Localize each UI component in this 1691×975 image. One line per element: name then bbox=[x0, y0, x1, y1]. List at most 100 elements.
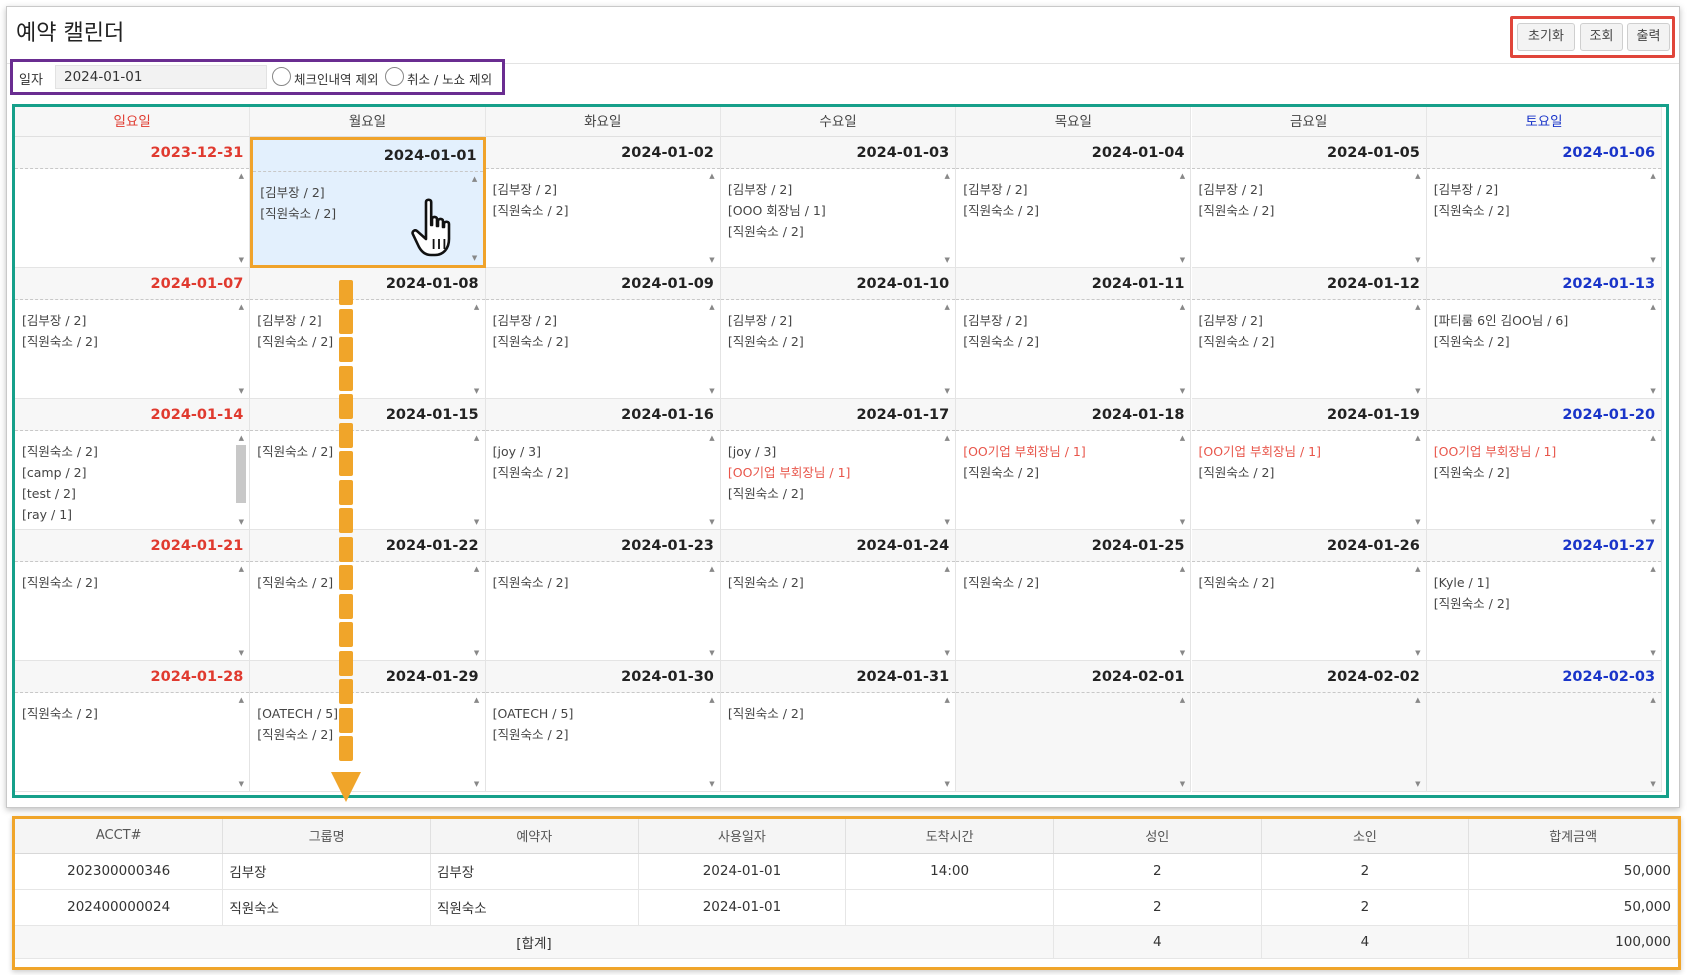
reservation-item[interactable]: [OO기업 부회장님 / 1] bbox=[1199, 441, 1406, 462]
reservation-item[interactable]: [직원숙소 / 2] bbox=[493, 572, 700, 593]
scroll-up-icon[interactable]: ▲ bbox=[471, 564, 483, 574]
calendar-day-cell[interactable]: 2024-01-23 [직원숙소 / 2] ▲ ▼ bbox=[485, 530, 721, 661]
scroll-up-icon[interactable]: ▲ bbox=[941, 433, 953, 443]
scroll-down-icon[interactable]: ▼ bbox=[706, 386, 718, 396]
reservation-item[interactable]: [김부장 / 2] bbox=[1434, 179, 1641, 200]
scroll-up-icon[interactable]: ▲ bbox=[1176, 695, 1188, 705]
day-scrollbar[interactable]: ▲ ▼ bbox=[1176, 695, 1188, 789]
day-scrollbar[interactable]: ▲ ▼ bbox=[706, 171, 718, 265]
day-scrollbar[interactable]: ▲ ▼ bbox=[1647, 433, 1659, 527]
col-adults[interactable]: 성인 bbox=[1053, 819, 1262, 854]
reservation-item[interactable]: [직원숙소 / 2] bbox=[493, 331, 700, 352]
print-button[interactable]: 출력 bbox=[1627, 23, 1670, 51]
calendar-day-cell[interactable]: 2024-01-19 [OO기업 부회장님 / 1] [직원숙소 / 2] ▲ ▼ bbox=[1191, 399, 1427, 530]
calendar-day-cell[interactable]: 2024-01-08 [김부장 / 2] [직원숙소 / 2] ▲ ▼ bbox=[250, 268, 486, 399]
scroll-thumb[interactable] bbox=[236, 445, 247, 503]
day-scrollbar[interactable]: ▲ ▼ bbox=[1176, 171, 1188, 265]
calendar-day-cell[interactable]: 2024-02-01 ▲ ▼ bbox=[956, 661, 1192, 792]
calendar-day-cell[interactable]: 2024-01-27 [Kyle / 1] [직원숙소 / 2] ▲ ▼ bbox=[1426, 530, 1663, 661]
reservation-item[interactable]: [김부장 / 2] bbox=[728, 310, 935, 331]
scroll-up-icon[interactable]: ▲ bbox=[1412, 171, 1424, 181]
reservation-item[interactable]: [직원숙소 / 2] bbox=[257, 724, 464, 745]
reservation-item[interactable]: [camp / 2] bbox=[22, 462, 229, 483]
scroll-down-icon[interactable]: ▼ bbox=[941, 517, 953, 527]
reservation-item[interactable]: [직원숙소 / 2] bbox=[963, 331, 1170, 352]
scroll-down-icon[interactable]: ▼ bbox=[941, 779, 953, 789]
scroll-up-icon[interactable]: ▲ bbox=[1647, 302, 1659, 312]
calendar-day-cell[interactable]: 2024-01-26 [직원숙소 / 2] ▲ ▼ bbox=[1191, 530, 1427, 661]
scroll-up-icon[interactable]: ▲ bbox=[706, 302, 718, 312]
date-input[interactable]: 2024-01-01 bbox=[55, 65, 267, 89]
reservation-item[interactable]: [test / 2] bbox=[22, 483, 229, 504]
day-scrollbar[interactable]: ▲ ▼ bbox=[1412, 564, 1424, 658]
reservation-item[interactable]: [김부장 / 2] bbox=[493, 179, 700, 200]
reservation-item[interactable]: [직원숙소 / 2] bbox=[1434, 462, 1641, 483]
calendar-day-cell[interactable]: 2024-02-02 ▲ ▼ bbox=[1191, 661, 1427, 792]
day-scrollbar[interactable]: ▲ ▼ bbox=[706, 564, 718, 658]
calendar-day-cell[interactable]: 2024-01-09 [김부장 / 2] [직원숙소 / 2] ▲ ▼ bbox=[485, 268, 721, 399]
calendar-day-cell[interactable]: 2024-01-24 [직원숙소 / 2] ▲ ▼ bbox=[720, 530, 957, 661]
exclude-checkin-label[interactable]: 체크인내역 제외 bbox=[294, 69, 378, 88]
col-use-date[interactable]: 사용일자 bbox=[638, 819, 847, 854]
calendar-day-cell[interactable]: 2024-01-03 [김부장 / 2] [OOO 회장님 / 1] [직원숙소 / … bbox=[720, 137, 957, 268]
calendar-day-cell[interactable]: 2024-01-22 [직원숙소 / 2] ▲ ▼ bbox=[250, 530, 486, 661]
scroll-up-icon[interactable]: ▲ bbox=[706, 695, 718, 705]
scroll-down-icon[interactable]: ▼ bbox=[471, 386, 483, 396]
calendar-day-cell[interactable]: 2024-01-30 [OATECH / 5] [직원숙소 / 2] ▲ ▼ bbox=[485, 661, 721, 792]
reservation-item[interactable]: [김부장 / 2] bbox=[22, 310, 229, 331]
reservation-item[interactable]: [직원숙소 / 2] bbox=[493, 200, 700, 221]
table-row[interactable]: 202400000024 직원숙소 직원숙소 2024-01-01 2 2 50… bbox=[15, 889, 1678, 926]
reservation-item[interactable]: [김부장 / 2] bbox=[1199, 310, 1406, 331]
day-scrollbar[interactable]: ▲ ▼ bbox=[235, 564, 247, 658]
day-scrollbar[interactable]: ▲ ▼ bbox=[1176, 302, 1188, 396]
search-button[interactable]: 조회 bbox=[1580, 23, 1623, 51]
day-scrollbar[interactable]: ▲ ▼ bbox=[235, 695, 247, 789]
scroll-down-icon[interactable]: ▼ bbox=[1412, 255, 1424, 265]
day-scrollbar[interactable]: ▲ ▼ bbox=[941, 564, 953, 658]
scroll-down-icon[interactable]: ▼ bbox=[941, 648, 953, 658]
exclude-cancel-noshow-radio[interactable] bbox=[385, 67, 404, 86]
calendar-day-cell[interactable]: 2024-01-12 [김부장 / 2] [직원숙소 / 2] ▲ ▼ bbox=[1191, 268, 1427, 399]
scroll-down-icon[interactable]: ▼ bbox=[706, 517, 718, 527]
day-scrollbar[interactable]: ▲ ▼ bbox=[471, 564, 483, 658]
scroll-down-icon[interactable]: ▼ bbox=[941, 255, 953, 265]
day-scrollbar[interactable]: ▲ ▼ bbox=[706, 302, 718, 396]
reservation-item[interactable]: [김부장 / 2] bbox=[963, 179, 1170, 200]
day-scrollbar[interactable]: ▲ ▼ bbox=[1647, 695, 1659, 789]
calendar-day-cell[interactable]: 2024-01-07 [김부장 / 2] [직원숙소 / 2] ▲ ▼ bbox=[15, 268, 251, 399]
day-scrollbar[interactable]: ▲ ▼ bbox=[235, 302, 247, 396]
col-arrival-time[interactable]: 도착시간 bbox=[845, 819, 1054, 854]
scroll-up-icon[interactable]: ▲ bbox=[1412, 433, 1424, 443]
calendar-day-cell[interactable]: 2024-01-28 [직원숙소 / 2] ▲ ▼ bbox=[15, 661, 251, 792]
calendar-day-cell[interactable]: 2024-01-04 [김부장 / 2] [직원숙소 / 2] ▲ ▼ bbox=[956, 137, 1192, 268]
reservation-item[interactable]: [직원숙소 / 2] bbox=[257, 572, 464, 593]
scroll-up-icon[interactable]: ▲ bbox=[706, 433, 718, 443]
calendar-day-cell[interactable]: 2024-01-14 [직원숙소 / 2] [camp / 2] [test / 2]… bbox=[15, 399, 251, 530]
col-acct[interactable]: ACCT# bbox=[15, 819, 224, 854]
reservation-item[interactable]: [직원숙소 / 2] bbox=[22, 572, 229, 593]
day-scrollbar[interactable]: ▲ ▼ bbox=[941, 171, 953, 265]
day-scrollbar[interactable]: ▲ ▼ bbox=[706, 695, 718, 789]
reservation-item[interactable]: [OATECH / 5] bbox=[493, 703, 700, 724]
scroll-up-icon[interactable]: ▲ bbox=[471, 302, 483, 312]
reservation-item[interactable]: [직원숙소 / 2] bbox=[22, 331, 229, 352]
scroll-up-icon[interactable]: ▲ bbox=[1412, 695, 1424, 705]
scroll-up-icon[interactable]: ▲ bbox=[1176, 171, 1188, 181]
scroll-down-icon[interactable]: ▼ bbox=[706, 779, 718, 789]
calendar-day-cell[interactable]: 2024-01-17 [joy / 3] [OO기업 부회장님 / 1] [직원숙소 … bbox=[720, 399, 957, 530]
scroll-down-icon[interactable]: ▼ bbox=[471, 517, 483, 527]
calendar-day-cell[interactable]: 2024-01-13 [파티룸 6인 김OO님 / 6] [직원숙소 / 2] ▲ ▼ bbox=[1426, 268, 1663, 399]
reservation-item[interactable]: [직원숙소 / 2] bbox=[728, 483, 935, 504]
reservation-item[interactable]: [직원숙소 / 2] bbox=[1199, 572, 1406, 593]
reservation-item[interactable]: [직원숙소 / 2] bbox=[1434, 593, 1641, 614]
reservation-item[interactable]: [직원숙소 / 2] bbox=[728, 331, 935, 352]
reservation-item[interactable]: [파티룸 6인 김OO님 / 6] bbox=[1434, 310, 1641, 331]
reset-button[interactable]: 초기화 bbox=[1517, 23, 1575, 51]
reservation-item[interactable]: [OO기업 부회장님 / 1] bbox=[1434, 441, 1641, 462]
reservation-item[interactable]: [직원숙소 / 2] bbox=[1199, 462, 1406, 483]
day-scrollbar[interactable]: ▲ ▼ bbox=[471, 302, 483, 396]
reservation-item[interactable]: [김부장 / 2] bbox=[963, 310, 1170, 331]
table-row[interactable]: 202300000346 김부장 김부장 2024-01-01 14:00 2 … bbox=[15, 853, 1678, 890]
day-scrollbar[interactable]: ▲ ▼ bbox=[469, 174, 481, 263]
col-total-amount[interactable]: 합계금액 bbox=[1468, 819, 1678, 854]
